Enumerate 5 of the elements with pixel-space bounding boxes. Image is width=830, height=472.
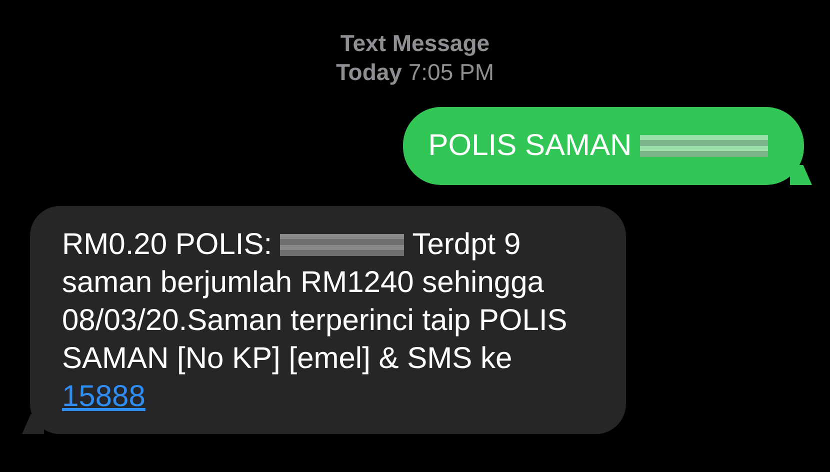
message-text: RM0.20 POLIS: Terdpt 9 saman berjumlah RM1240 sehingga 08/03/20.Saman terperinci taip POLIS SAMAN [No KP] [emel] & SMS ke 15888 — [62, 227, 568, 415]
message-text: POLIS SAMAN — [428, 127, 768, 165]
message-timestamp: Today 7:05 PM — [336, 58, 494, 87]
conversation-type-label: Text Message — [340, 29, 490, 58]
phone-number-link[interactable]: 15888 — [62, 380, 146, 413]
